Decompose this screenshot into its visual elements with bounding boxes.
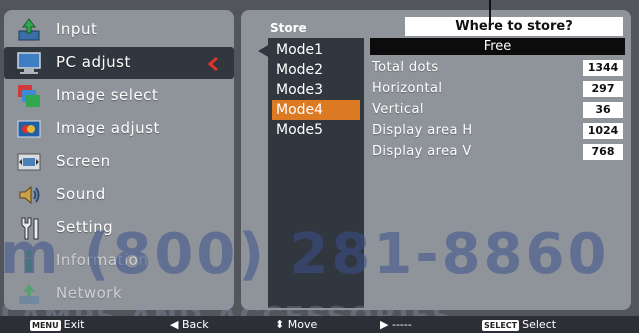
param-label: Display area V bbox=[372, 144, 472, 159]
back-label: Back bbox=[181, 318, 209, 331]
param-value: 297 bbox=[583, 81, 623, 97]
param-value: 1024 bbox=[583, 123, 623, 139]
menu-item-label: Image select bbox=[56, 86, 159, 104]
information-icon bbox=[25, 250, 33, 272]
mode-item-5[interactable]: Mode5 bbox=[272, 120, 360, 140]
exit-label: Exit bbox=[63, 318, 85, 331]
select-label: Select bbox=[522, 318, 557, 331]
param-row-display-area-h: Display area H 1024 bbox=[372, 123, 625, 141]
menu-item-label: PC adjust bbox=[56, 53, 131, 71]
up-down-arrow-icon: ⬍ bbox=[275, 318, 285, 331]
menu-item-label: Information bbox=[56, 251, 149, 269]
menu-item-information[interactable]: Information bbox=[4, 245, 234, 277]
menu-item-screen[interactable]: Screen bbox=[4, 146, 234, 178]
info-panel bbox=[370, 38, 625, 308]
mode-item-2[interactable]: Mode2 bbox=[272, 60, 360, 80]
select-hint[interactable]: SELECT Select bbox=[482, 316, 556, 333]
projector-osd-screen: Input PC adjust Image select Image adjus… bbox=[0, 0, 639, 333]
move-label: Move bbox=[287, 318, 318, 331]
store-title: Store bbox=[270, 21, 307, 35]
param-label: Display area H bbox=[372, 123, 473, 138]
param-value: 36 bbox=[583, 102, 623, 118]
select-key-badge: SELECT bbox=[482, 319, 520, 331]
image-select-icon bbox=[18, 85, 40, 107]
mode-list: Mode1 Mode2 Mode3 Mode4 Mode5 bbox=[268, 38, 364, 308]
menu-item-label: Image adjust bbox=[56, 119, 160, 137]
menu-item-sound[interactable]: Sound bbox=[4, 179, 234, 211]
chevron-left-icon bbox=[207, 57, 218, 71]
pointer-icon bbox=[258, 44, 270, 58]
exit-hint[interactable]: MENU Exit bbox=[30, 316, 84, 333]
menu-item-pc-adjust[interactable]: PC adjust bbox=[4, 47, 234, 79]
speaker-icon bbox=[19, 185, 40, 205]
param-row-display-area-v: Display area V 768 bbox=[372, 144, 625, 162]
wrench-icon bbox=[21, 217, 39, 240]
footer-hint-bar: MENU Exit ◀ Back ⬍ Move ▶ ----- SELECT Sel… bbox=[0, 316, 639, 333]
main-menu-panel: Input PC adjust Image select Image adjus… bbox=[4, 10, 234, 310]
mode-item-4[interactable]: Mode4 bbox=[272, 100, 360, 120]
back-hint[interactable]: ◀ Back bbox=[170, 316, 209, 333]
menu-key-badge: MENU bbox=[30, 319, 61, 331]
screen-icon bbox=[17, 153, 41, 171]
right-arrow-icon: ▶ bbox=[380, 318, 389, 331]
param-value: 768 bbox=[583, 144, 623, 160]
menu-item-label: Screen bbox=[56, 152, 111, 170]
menu-item-network[interactable]: Network bbox=[4, 278, 234, 310]
menu-item-image-select[interactable]: Image select bbox=[4, 80, 234, 112]
where-to-store-callout: Where to store? bbox=[405, 17, 623, 36]
mode-item-1[interactable]: Mode1 bbox=[272, 40, 360, 60]
next-label: ----- bbox=[391, 318, 412, 331]
move-hint: ⬍ Move bbox=[275, 316, 317, 333]
menu-item-label: Network bbox=[56, 284, 123, 302]
menu-item-image-adjust[interactable]: Image adjust bbox=[4, 113, 234, 145]
menu-item-setting[interactable]: Setting bbox=[4, 212, 234, 244]
network-icon bbox=[19, 284, 39, 304]
param-row-total-dots: Total dots 1344 bbox=[372, 60, 625, 78]
param-value: 1344 bbox=[583, 60, 623, 76]
free-status-bar: Free bbox=[370, 38, 625, 55]
param-label: Vertical bbox=[372, 102, 424, 117]
param-label: Horizontal bbox=[372, 81, 443, 96]
menu-item-label: Input bbox=[56, 20, 98, 38]
callout-line bbox=[489, 0, 491, 28]
input-icon bbox=[18, 18, 40, 41]
param-row-vertical: Vertical 36 bbox=[372, 102, 625, 120]
menu-item-label: Sound bbox=[56, 185, 106, 203]
pc-adjust-icon bbox=[17, 52, 41, 74]
menu-item-label: Setting bbox=[56, 218, 114, 236]
mode-item-3[interactable]: Mode3 bbox=[272, 80, 360, 100]
menu-item-input[interactable]: Input bbox=[4, 14, 234, 46]
left-arrow-icon: ◀ bbox=[170, 318, 179, 331]
next-hint: ▶ ----- bbox=[380, 316, 412, 333]
image-adjust-icon bbox=[17, 120, 41, 138]
param-row-horizontal: Horizontal 297 bbox=[372, 81, 625, 99]
param-label: Total dots bbox=[372, 60, 439, 75]
